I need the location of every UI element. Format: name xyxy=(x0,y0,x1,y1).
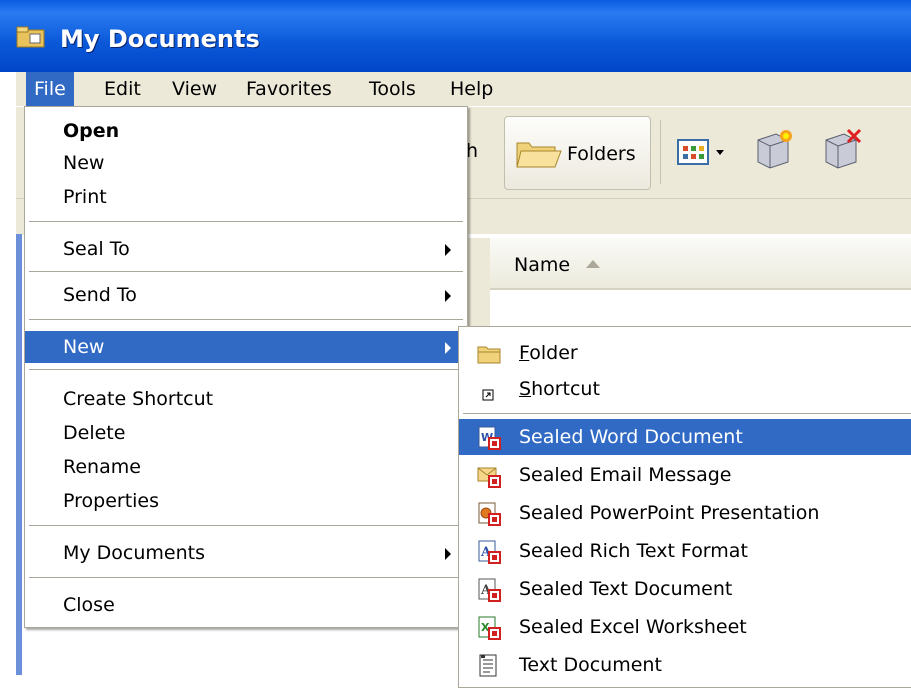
side-panel-edge xyxy=(466,238,490,328)
file-menu-create-shortcut[interactable]: Create Shortcut xyxy=(25,383,467,415)
file-menu-rename[interactable]: Rename xyxy=(25,451,467,483)
new-text-document-item[interactable]: Text Document xyxy=(459,647,911,683)
file-menu-open[interactable]: Open xyxy=(25,115,467,147)
column-header-label: Name xyxy=(514,254,571,276)
window-title-bar[interactable]: My Documents xyxy=(0,0,911,72)
submenu-arrow-icon xyxy=(445,244,451,256)
new-submenu: Folder Shortcut W Sealed Word Document S… xyxy=(458,326,911,688)
menu-help[interactable]: Help xyxy=(442,72,501,106)
new-sealed-excel-item[interactable]: X Sealed Excel Worksheet xyxy=(459,609,911,645)
file-menu-dropdown: Open New Print Seal To Send To New Creat… xyxy=(24,106,468,628)
window-title: My Documents xyxy=(60,25,260,53)
file-menu-delete[interactable]: Delete xyxy=(25,417,467,449)
sealed-word-icon: W xyxy=(478,426,501,450)
folder-icon xyxy=(16,26,45,48)
sealed-text-icon: A xyxy=(478,578,501,602)
shortcut-icon xyxy=(482,389,494,401)
new-sealed-powerpoint-item[interactable]: Sealed PowerPoint Presentation xyxy=(459,495,911,531)
menu-separator xyxy=(29,221,463,222)
remove-seal-icon[interactable] xyxy=(820,126,864,170)
file-menu-my-documents[interactable]: My Documents xyxy=(25,537,467,569)
file-menu-new[interactable]: New xyxy=(25,331,467,363)
new-sealed-rtf-item[interactable]: A Sealed Rich Text Format xyxy=(459,533,911,569)
file-menu-new-document[interactable]: New xyxy=(25,147,467,179)
new-shortcut-item[interactable]: Shortcut xyxy=(459,371,911,407)
sealed-rtf-icon: A xyxy=(478,540,501,564)
submenu-arrow-icon xyxy=(445,548,451,560)
sort-ascending-icon xyxy=(586,260,600,268)
menu-bar: File Edit View Favorites Tools Help xyxy=(16,72,911,106)
text-document-icon xyxy=(479,654,497,677)
file-menu-seal-to[interactable]: Seal To xyxy=(25,233,467,265)
toolbar-separator xyxy=(660,120,661,184)
new-folder-item[interactable]: Folder xyxy=(459,335,911,371)
sealed-powerpoint-icon xyxy=(478,502,501,526)
menu-separator xyxy=(29,577,463,578)
folders-icon xyxy=(516,142,562,168)
menu-file[interactable]: File xyxy=(26,72,74,106)
menu-favorites[interactable]: Favorites xyxy=(238,72,340,106)
folder-icon xyxy=(477,346,501,364)
folders-button[interactable]: Folders xyxy=(504,116,651,190)
file-menu-close[interactable]: Close xyxy=(25,589,467,621)
sealed-email-icon xyxy=(477,467,501,488)
menu-view[interactable]: View xyxy=(164,72,225,106)
menu-separator xyxy=(29,319,463,320)
window-left-border xyxy=(16,234,22,675)
column-header-name[interactable]: Name xyxy=(490,238,911,290)
menu-separator xyxy=(29,369,463,370)
folders-button-label: Folders xyxy=(567,143,636,165)
menu-separator xyxy=(463,413,911,414)
menu-edit[interactable]: Edit xyxy=(96,72,149,106)
views-icon[interactable] xyxy=(676,138,726,168)
submenu-arrow-icon xyxy=(445,342,451,354)
file-menu-send-to[interactable]: Send To xyxy=(25,279,467,311)
file-menu-properties[interactable]: Properties xyxy=(25,485,467,517)
new-sealed-word-item[interactable]: W Sealed Word Document xyxy=(459,419,911,455)
new-seal-icon[interactable] xyxy=(752,126,796,170)
sealed-excel-icon: X xyxy=(478,616,501,640)
menu-separator xyxy=(29,271,463,272)
submenu-arrow-icon xyxy=(445,290,451,302)
menu-separator xyxy=(29,525,463,526)
new-sealed-text-item[interactable]: A Sealed Text Document xyxy=(459,571,911,607)
new-sealed-email-item[interactable]: Sealed Email Message xyxy=(459,457,911,493)
file-menu-print[interactable]: Print xyxy=(25,181,467,213)
menu-tools[interactable]: Tools xyxy=(361,72,424,106)
